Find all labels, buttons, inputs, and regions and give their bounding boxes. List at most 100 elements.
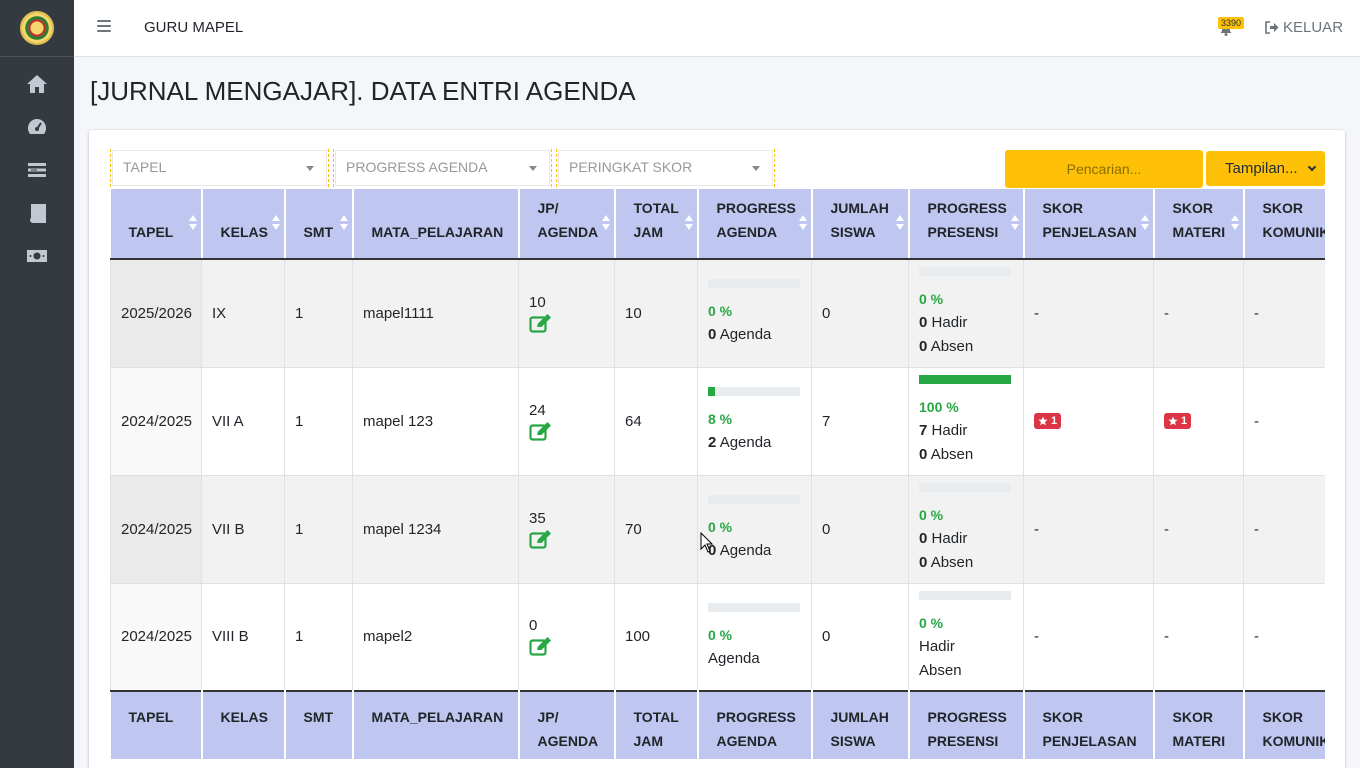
star-icon xyxy=(1038,416,1048,425)
progress-agenda-filter[interactable]: PROGRESS AGENDA xyxy=(333,149,552,187)
cell-jumlah-siswa: 0 xyxy=(811,258,909,368)
tapel-filter-label: TAPEL xyxy=(123,159,167,175)
page-title: [JURNAL MENGAJAR]. DATA ENTRI AGENDA xyxy=(90,76,636,106)
progress-filter-label: PROGRESS AGENDA xyxy=(346,159,488,175)
star-icon xyxy=(1168,416,1178,425)
tapel-filter[interactable]: TAPEL xyxy=(110,149,329,187)
cell-tapel: 2024/2025 xyxy=(110,474,202,584)
table-row: 2024/2025 VII A 1 mapel 123 24 64 8 % 2 Agenda 7… xyxy=(110,366,1325,476)
tf-progress-agenda: PROGRESS AGENDA xyxy=(697,690,813,759)
cell-kelas: IX xyxy=(201,258,285,368)
sort-icon xyxy=(1230,215,1239,231)
tf-mata-pelajaran: MATA_PELAJARAN xyxy=(352,690,520,759)
table-header-row: TAPEL KELAS SMT MATA_PELAJARAN JP/AGENDA… xyxy=(110,189,1325,260)
money-icon[interactable] xyxy=(26,246,48,266)
th-progress-presensi[interactable]: PROGRESS PRESENSI xyxy=(908,189,1025,260)
dashboard-gauge-icon[interactable] xyxy=(26,117,48,137)
th-skor-komunikasi[interactable]: SKORKOMUNIKASI xyxy=(1243,189,1325,260)
presensi-progress-bar xyxy=(919,267,1011,277)
cell-skor-komunikasi: - xyxy=(1243,366,1325,476)
table-wrapper[interactable]: TAPEL KELAS SMT MATA_PELAJARAN JP/AGENDA… xyxy=(110,189,1325,768)
th-progress-agenda[interactable]: PROGRESS AGENDA xyxy=(697,189,813,260)
agenda-progress-bar xyxy=(708,602,800,612)
th-total-jam[interactable]: TOTAL JAM xyxy=(614,189,699,260)
tf-smt: SMT xyxy=(284,690,354,759)
caret-down-icon xyxy=(752,166,760,171)
logout-link[interactable]: KELUAR xyxy=(1265,19,1343,36)
th-skor-materi[interactable]: SKOR MATERI xyxy=(1153,189,1245,260)
cell-progress-agenda: 0 % 0 Agenda xyxy=(697,474,812,584)
th-jumlah-siswa[interactable]: JUMLAH SISWA xyxy=(811,189,910,260)
cell-mapel: mapel 123 xyxy=(352,366,519,476)
cell-total-jam: 70 xyxy=(614,474,698,584)
cell-kelas: VII B xyxy=(201,474,285,584)
tf-skor-komunikasi: SKORKOMUNIKASI xyxy=(1243,690,1325,759)
th-tapel[interactable]: TAPEL xyxy=(110,189,203,260)
sort-icon xyxy=(339,215,348,231)
presensi-progress-bar xyxy=(919,590,1011,600)
cell-progress-agenda: 8 % 2 Agenda xyxy=(697,366,812,476)
cell-smt: 1 xyxy=(284,582,353,692)
data-card: TAPEL PROGRESS AGENDA PERINGKAT SKOR Pen… xyxy=(89,130,1345,768)
cell-progress-agenda: 0 % Agenda xyxy=(697,582,812,692)
cell-total-jam: 64 xyxy=(614,366,698,476)
cell-jumlah-siswa: 0 xyxy=(811,474,909,584)
cell-jp-agenda: 0 xyxy=(518,582,615,692)
cell-jp-agenda: 35 xyxy=(518,474,615,584)
table-row: 2024/2025 VIII B 1 mapel2 0 100 0 % Agenda 0 0 %… xyxy=(110,582,1325,692)
peringkat-skor-filter[interactable]: PERINGKAT SKOR xyxy=(556,149,775,187)
cell-skor-materi: 1 xyxy=(1153,366,1244,476)
tampilan-button[interactable]: Tampilan... xyxy=(1206,151,1325,186)
tf-progress-presensi: PROGRESS PRESENSI xyxy=(908,690,1025,759)
th-kelas[interactable]: KELAS xyxy=(201,189,286,260)
cell-smt: 1 xyxy=(284,366,353,476)
cell-progress-presensi: 0 % 0 Hadir 0 Absen xyxy=(908,258,1024,368)
peringkat-filter-label: PERINGKAT SKOR xyxy=(569,159,693,175)
th-jp-agenda[interactable]: JP/AGENDA xyxy=(518,189,616,260)
edit-icon[interactable] xyxy=(529,313,553,333)
cell-jp-agenda: 24 xyxy=(518,366,615,476)
tf-tapel: TAPEL xyxy=(110,690,203,759)
cell-tapel: 2024/2025 xyxy=(110,366,202,476)
tf-total-jam: TOTAL JAM xyxy=(614,690,699,759)
home-icon[interactable] xyxy=(26,74,48,94)
presensi-progress-bar xyxy=(919,375,1011,384)
th-mata-pelajaran[interactable]: MATA_PELAJARAN xyxy=(352,189,520,260)
cell-progress-presensi: 0 % 0 Hadir 0 Absen xyxy=(908,474,1024,584)
edit-icon[interactable] xyxy=(529,421,553,441)
cell-progress-presensi: 100 % 7 Hadir 0 Absen xyxy=(908,366,1024,476)
sort-icon xyxy=(1010,215,1019,231)
logout-label: KELUAR xyxy=(1283,19,1344,36)
cell-jp-agenda: 10 xyxy=(518,258,615,368)
cell-jumlah-siswa: 0 xyxy=(811,582,909,692)
tf-jumlah-siswa: JUMLAH SISWA xyxy=(811,690,910,759)
book-icon[interactable] xyxy=(26,203,48,223)
tf-kelas: KELAS xyxy=(201,690,286,759)
cell-mapel: mapel 1234 xyxy=(352,474,519,584)
search-input[interactable]: Pencarian... xyxy=(1005,150,1203,188)
menu-toggle-icon[interactable] xyxy=(97,20,111,34)
cell-skor-penjelasan: 1 xyxy=(1023,366,1154,476)
edit-icon[interactable] xyxy=(529,529,553,549)
sort-icon xyxy=(601,215,610,231)
list-icon[interactable] xyxy=(26,160,48,180)
role-label: GURU MAPEL xyxy=(144,19,244,36)
sort-icon xyxy=(684,215,693,231)
edit-icon[interactable] xyxy=(529,636,553,656)
cell-skor-komunikasi: - xyxy=(1243,474,1325,584)
school-logo xyxy=(20,11,54,45)
sort-icon xyxy=(1140,215,1149,231)
tf-jp-agenda: JP/AGENDA xyxy=(518,690,616,759)
th-skor-penjelasan[interactable]: SKOR PENJELASAN xyxy=(1023,189,1155,260)
brand[interactable] xyxy=(0,0,74,57)
agenda-table: TAPEL KELAS SMT MATA_PELAJARAN JP/AGENDA… xyxy=(110,189,1325,759)
table-row: 2025/2026 IX 1 mapel1111 10 10 0 % 0 Agenda 0 0 %… xyxy=(110,258,1325,368)
top-navbar: GURU MAPEL 3390 KELUAR xyxy=(74,0,1360,57)
presensi-progress-bar xyxy=(919,483,1011,492)
tampilan-label: Tampilan... xyxy=(1225,160,1298,177)
cell-skor-penjelasan: - xyxy=(1023,258,1154,368)
th-smt[interactable]: SMT xyxy=(284,189,354,260)
cell-tapel: 2025/2026 xyxy=(110,258,202,368)
tf-skor-materi: SKOR MATERI xyxy=(1153,690,1245,759)
cell-skor-penjelasan: - xyxy=(1023,474,1154,584)
